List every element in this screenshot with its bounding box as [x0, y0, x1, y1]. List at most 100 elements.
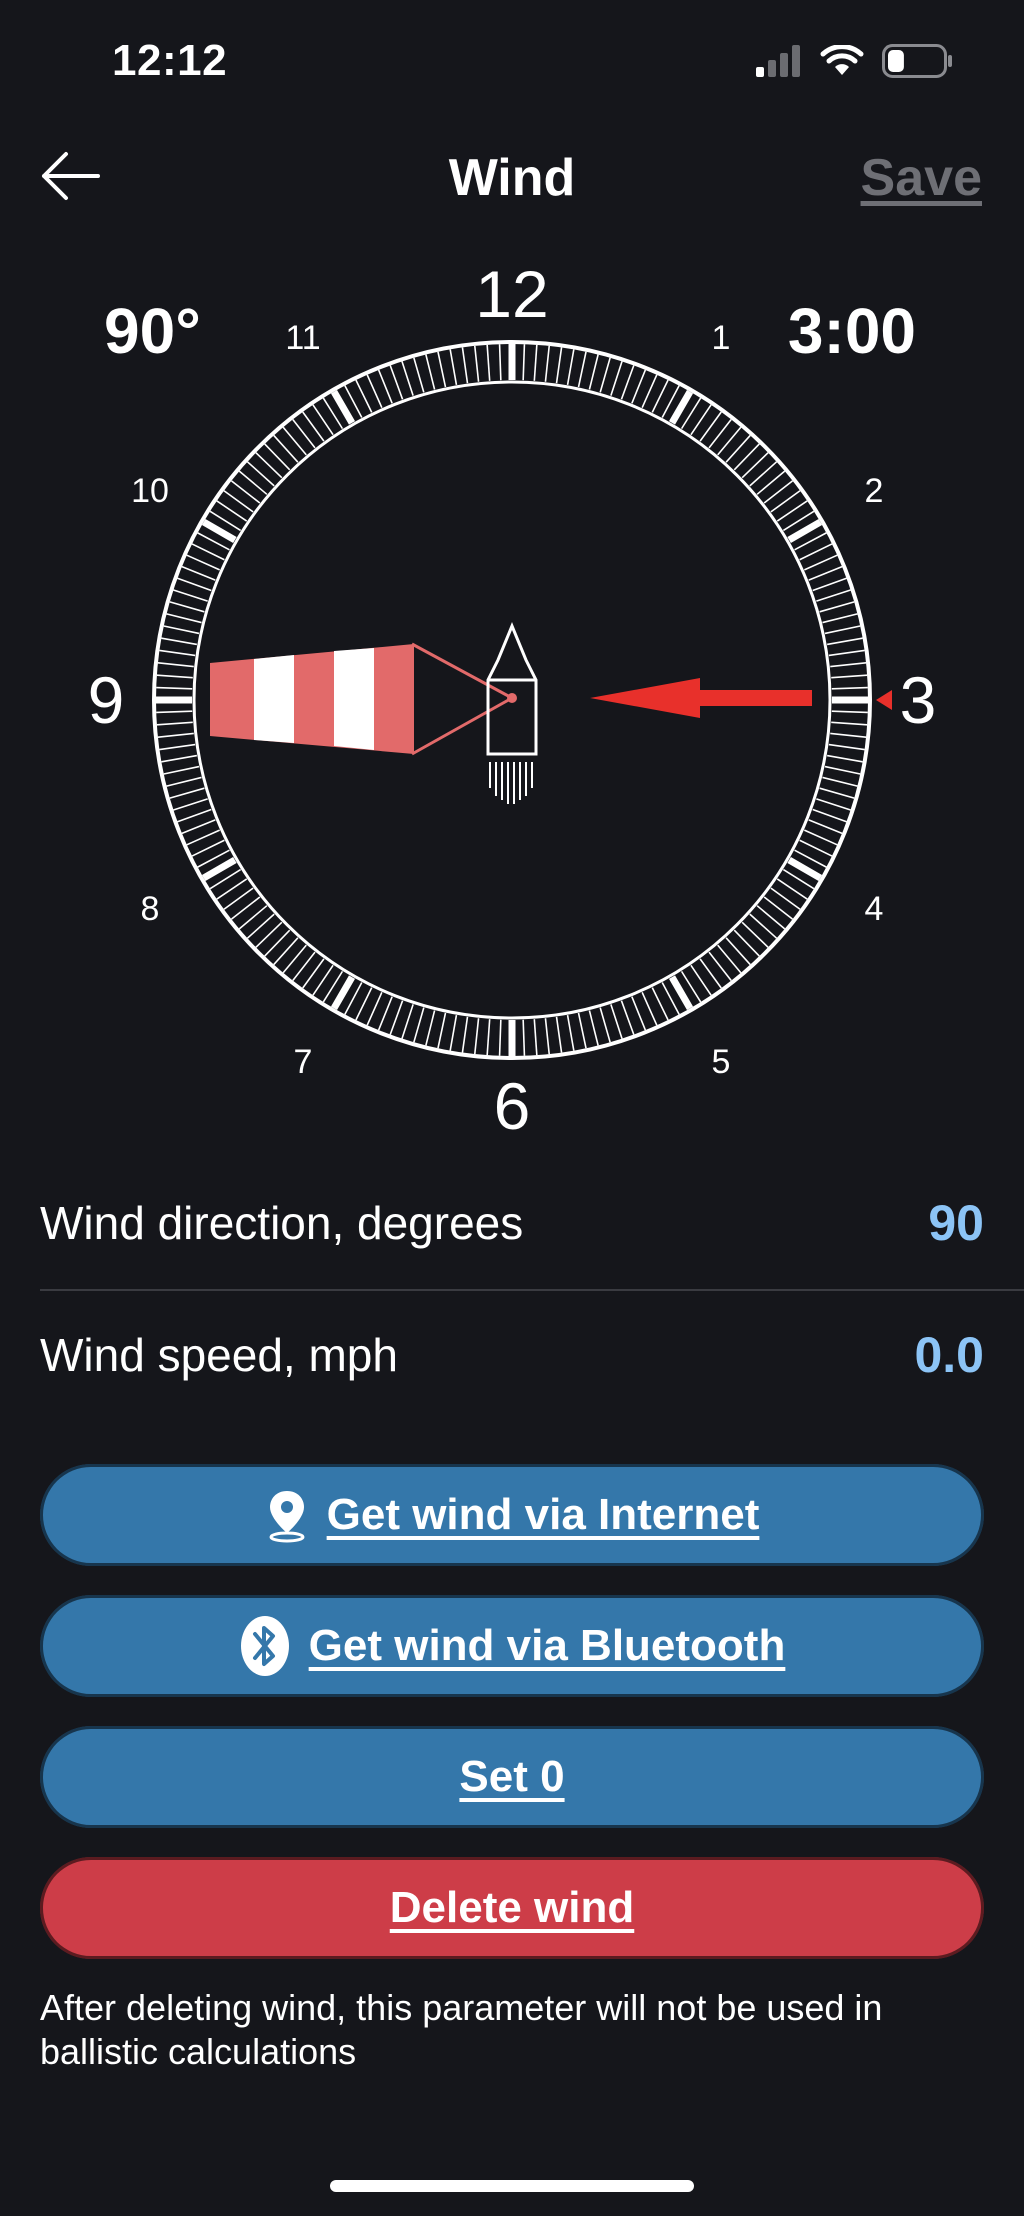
wind-dial[interactable]: 121234567891011 [0, 240, 1024, 1140]
dial-minor-tick [169, 601, 205, 613]
dial-minor-tick [413, 1007, 425, 1043]
dial-minor-tick [166, 776, 202, 787]
dial-minor-tick [377, 996, 393, 1031]
dial-minor-tick [473, 345, 480, 382]
dial-minor-tick [555, 347, 563, 384]
dial-minor-tick [533, 344, 538, 381]
dial-minor-tick [163, 625, 200, 635]
dial-minor-tick [577, 1012, 587, 1049]
dial-minor-tick [159, 743, 196, 751]
dial-minor-tick [826, 754, 863, 763]
cellular-signal-icon [756, 45, 800, 77]
dial-minor-tick [599, 357, 611, 393]
battery-icon [882, 44, 952, 78]
dial-hour-label-4: 4 [865, 890, 884, 928]
dial-minor-tick [544, 345, 551, 382]
wind-pointer-marker [876, 690, 892, 710]
dial-minor-tick [355, 379, 373, 413]
dial-minor-tick [181, 565, 216, 581]
dial-minor-tick [377, 369, 393, 404]
dial-hour-label-12: 12 [475, 257, 548, 331]
dial-minor-tick [804, 829, 838, 846]
dial-minor-tick [824, 765, 861, 775]
dial-minor-tick [544, 1018, 551, 1055]
dial-minor-tick [830, 661, 867, 668]
home-indicator[interactable] [330, 2180, 694, 2192]
wind-direction-label: Wind direction, degrees [40, 1197, 524, 1249]
dial-minor-tick [449, 1014, 458, 1051]
wind-direction-value[interactable]: 90 [928, 1194, 984, 1252]
dial-minor-tick [425, 354, 436, 390]
dial-minor-tick [389, 1000, 404, 1035]
dial-minor-tick [156, 686, 193, 690]
dial-minor-tick [620, 1000, 635, 1035]
dial-minor-tick [566, 1014, 575, 1051]
dial-minor-tick [808, 819, 843, 835]
windsock-icon [210, 642, 513, 756]
get-wind-bluetooth-label: Get wind via Bluetooth [308, 1621, 786, 1670]
delete-wind-label: Delete wind [389, 1883, 635, 1932]
get-wind-internet-button[interactable]: Get wind via Internet [40, 1464, 984, 1566]
dial-minor-tick [631, 996, 647, 1031]
dial-minor-tick [173, 589, 208, 602]
dial-minor-tick [161, 637, 198, 646]
dial-hour-label-1: 1 [712, 319, 731, 357]
dial-hour-label-10: 10 [131, 472, 169, 510]
dial-minor-tick [169, 787, 205, 799]
dial-minor-tick [522, 1019, 526, 1056]
wind-speed-value[interactable]: 0.0 [914, 1326, 984, 1384]
get-wind-bluetooth-button[interactable]: Get wind via Bluetooth [40, 1595, 984, 1697]
save-button[interactable]: Save [861, 148, 982, 208]
dial-minor-tick [413, 357, 425, 393]
dial-minor-tick [157, 732, 194, 739]
dial-minor-tick [620, 365, 635, 400]
bluetooth-icon [240, 1616, 289, 1676]
dial-hour-label-7: 7 [294, 1043, 313, 1081]
dial-minor-tick [555, 1016, 563, 1053]
dial-minor-tick [366, 374, 383, 408]
wind-direction-row[interactable]: Wind direction, degrees 90 [0, 1160, 1024, 1290]
dial-minor-tick [828, 649, 865, 657]
dial-minor-tick [831, 686, 868, 690]
row-divider [40, 1289, 1024, 1291]
dial-minor-tick [159, 649, 196, 657]
dial-minor-tick [156, 710, 193, 714]
delete-wind-button[interactable]: Delete wind [40, 1857, 984, 1959]
dial-minor-tick [816, 798, 851, 811]
dial-minor-tick [651, 987, 669, 1021]
dial-minor-tick [498, 344, 502, 381]
dial-minor-tick [819, 787, 855, 799]
dial-hour-label-8: 8 [141, 890, 160, 928]
dial-minor-tick [822, 613, 858, 624]
dial-minor-tick [425, 1010, 436, 1046]
dial-minor-tick [599, 1007, 611, 1043]
dial-minor-tick [177, 577, 212, 592]
dial-minor-tick [366, 992, 383, 1026]
dial-minor-tick [437, 1012, 447, 1049]
dial-minor-tick [401, 1004, 414, 1039]
dial-minor-tick [799, 543, 833, 561]
dial-minor-tick [812, 808, 847, 823]
dial-hour-label-6: 6 [494, 1069, 531, 1140]
dial-minor-tick [641, 374, 658, 408]
set-zero-button[interactable]: Set 0 [40, 1726, 984, 1828]
status-icons [756, 44, 954, 78]
wind-speed-row[interactable]: Wind speed, mph 0.0 [0, 1292, 1024, 1422]
dial-minor-tick [461, 1016, 469, 1053]
dial-minor-tick [577, 351, 587, 388]
dial-minor-tick [831, 721, 868, 726]
wind-speed-label: Wind speed, mph [40, 1329, 398, 1381]
dial-minor-tick [651, 379, 669, 413]
dial-minor-tick [822, 776, 858, 787]
dial-minor-tick [461, 347, 469, 384]
dial-minor-tick [177, 808, 212, 823]
dial-minor-tick [191, 839, 225, 857]
status-time: 12:12 [112, 36, 228, 85]
dial-minor-tick [522, 344, 526, 381]
dial-minor-tick [186, 554, 220, 571]
dial-minor-tick [186, 829, 220, 846]
dial-minor-tick [812, 577, 847, 592]
location-pin-icon [269, 1491, 305, 1543]
dial-hour-label-3: 3 [900, 663, 937, 737]
dial-minor-tick [163, 765, 200, 775]
